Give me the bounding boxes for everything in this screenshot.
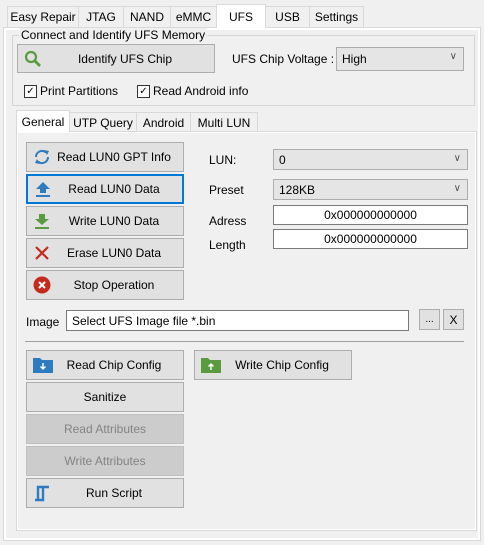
address-input[interactable]: 0x000000000000	[273, 205, 468, 225]
preset-label: Preset	[209, 183, 244, 197]
download-arrow-icon	[35, 214, 49, 229]
refresh-icon	[34, 149, 50, 165]
browse-button[interactable]: ...	[419, 309, 440, 330]
preset-select[interactable]: 128KB ∨	[273, 179, 468, 200]
lun-select[interactable]: 0 ∨	[273, 149, 468, 170]
read-data-button[interactable]: Read LUN0 Data	[26, 174, 184, 204]
read-data-label: Read LUN0 Data	[68, 182, 160, 196]
tab-android[interactable]: Android	[136, 112, 191, 132]
upload-arrow-icon	[36, 182, 50, 197]
tab-jtag[interactable]: JTAG	[78, 6, 124, 27]
run-script-label: Run Script	[85, 486, 143, 500]
write-data-button[interactable]: Write LUN0 Data	[26, 206, 184, 236]
chevron-down-icon: ∨	[449, 51, 457, 62]
erase-data-label: Erase LUN0 Data	[66, 246, 162, 260]
stop-circle-icon	[33, 276, 51, 294]
script-icon	[35, 485, 49, 502]
search-icon	[24, 50, 41, 67]
read-chip-config-button[interactable]: Read Chip Config	[26, 350, 184, 380]
voltage-label: UFS Chip Voltage :	[232, 52, 335, 66]
preset-value: 128KB	[279, 182, 316, 197]
tab-ufs[interactable]: UFS	[216, 4, 266, 28]
write-data-label: Write LUN0 Data	[68, 214, 160, 228]
folder-upload-icon	[201, 358, 221, 373]
tab-general[interactable]: General	[16, 110, 70, 132]
identify-ufs-chip-button[interactable]: Identify UFS Chip	[17, 44, 215, 73]
folder-download-icon	[33, 358, 53, 373]
write-attributes-button: Write Attributes	[26, 446, 184, 476]
read-android-info-label: Read Android info	[153, 84, 249, 98]
identify-label: Identify UFS Chip	[77, 51, 173, 66]
checkbox-checked-icon: ✓	[24, 84, 37, 98]
sanitize-button[interactable]: Sanitize	[26, 382, 184, 412]
x-icon	[35, 246, 49, 260]
read-attributes-button: Read Attributes	[26, 414, 184, 444]
read-config-label: Read Chip Config	[66, 358, 162, 372]
tab-emmc[interactable]: eMMC	[170, 6, 217, 27]
chevron-down-icon: ∨	[453, 183, 461, 194]
read-gpt-button[interactable]: Read LUN0 GPT Info	[26, 142, 184, 172]
voltage-value: High	[342, 52, 367, 66]
tab-settings[interactable]: Settings	[309, 6, 364, 27]
lun-value: 0	[279, 152, 286, 167]
tab-utp-query[interactable]: UTP Query	[69, 112, 137, 132]
print-partitions-label: Print Partitions	[40, 84, 119, 98]
address-label: Adress	[209, 214, 247, 228]
length-input[interactable]: 0x000000000000	[273, 229, 468, 249]
tab-nand[interactable]: NAND	[123, 6, 171, 27]
group-title: Connect and Identify UFS Memory	[19, 28, 208, 42]
tab-easy-repair[interactable]: Easy Repair	[7, 6, 79, 27]
voltage-select[interactable]: High ∨	[336, 47, 464, 71]
print-partitions-checkbox[interactable]: ✓ Print Partitions	[24, 84, 118, 98]
read-gpt-label: Read LUN0 GPT Info	[57, 150, 171, 164]
tab-multi-lun[interactable]: Multi LUN	[190, 112, 258, 132]
image-path-input[interactable]: Select UFS Image file *.bin	[66, 310, 409, 331]
length-label: Length	[209, 238, 246, 252]
stop-label: Stop Operation	[73, 278, 155, 292]
lun-label: LUN:	[209, 153, 237, 167]
checkbox-checked-icon: ✓	[137, 84, 150, 98]
separator	[25, 341, 464, 342]
read-android-info-checkbox[interactable]: ✓ Read Android info	[137, 84, 248, 98]
clear-image-button[interactable]: X	[443, 309, 464, 330]
write-config-label: Write Chip Config	[235, 358, 329, 372]
chevron-down-icon: ∨	[453, 153, 461, 164]
erase-data-button[interactable]: Erase LUN0 Data	[26, 238, 184, 268]
image-label: Image	[26, 315, 60, 329]
stop-operation-button[interactable]: Stop Operation	[26, 270, 184, 300]
tab-usb[interactable]: USB	[265, 6, 310, 27]
write-chip-config-button[interactable]: Write Chip Config	[194, 350, 352, 380]
run-script-button[interactable]: Run Script	[26, 478, 184, 508]
